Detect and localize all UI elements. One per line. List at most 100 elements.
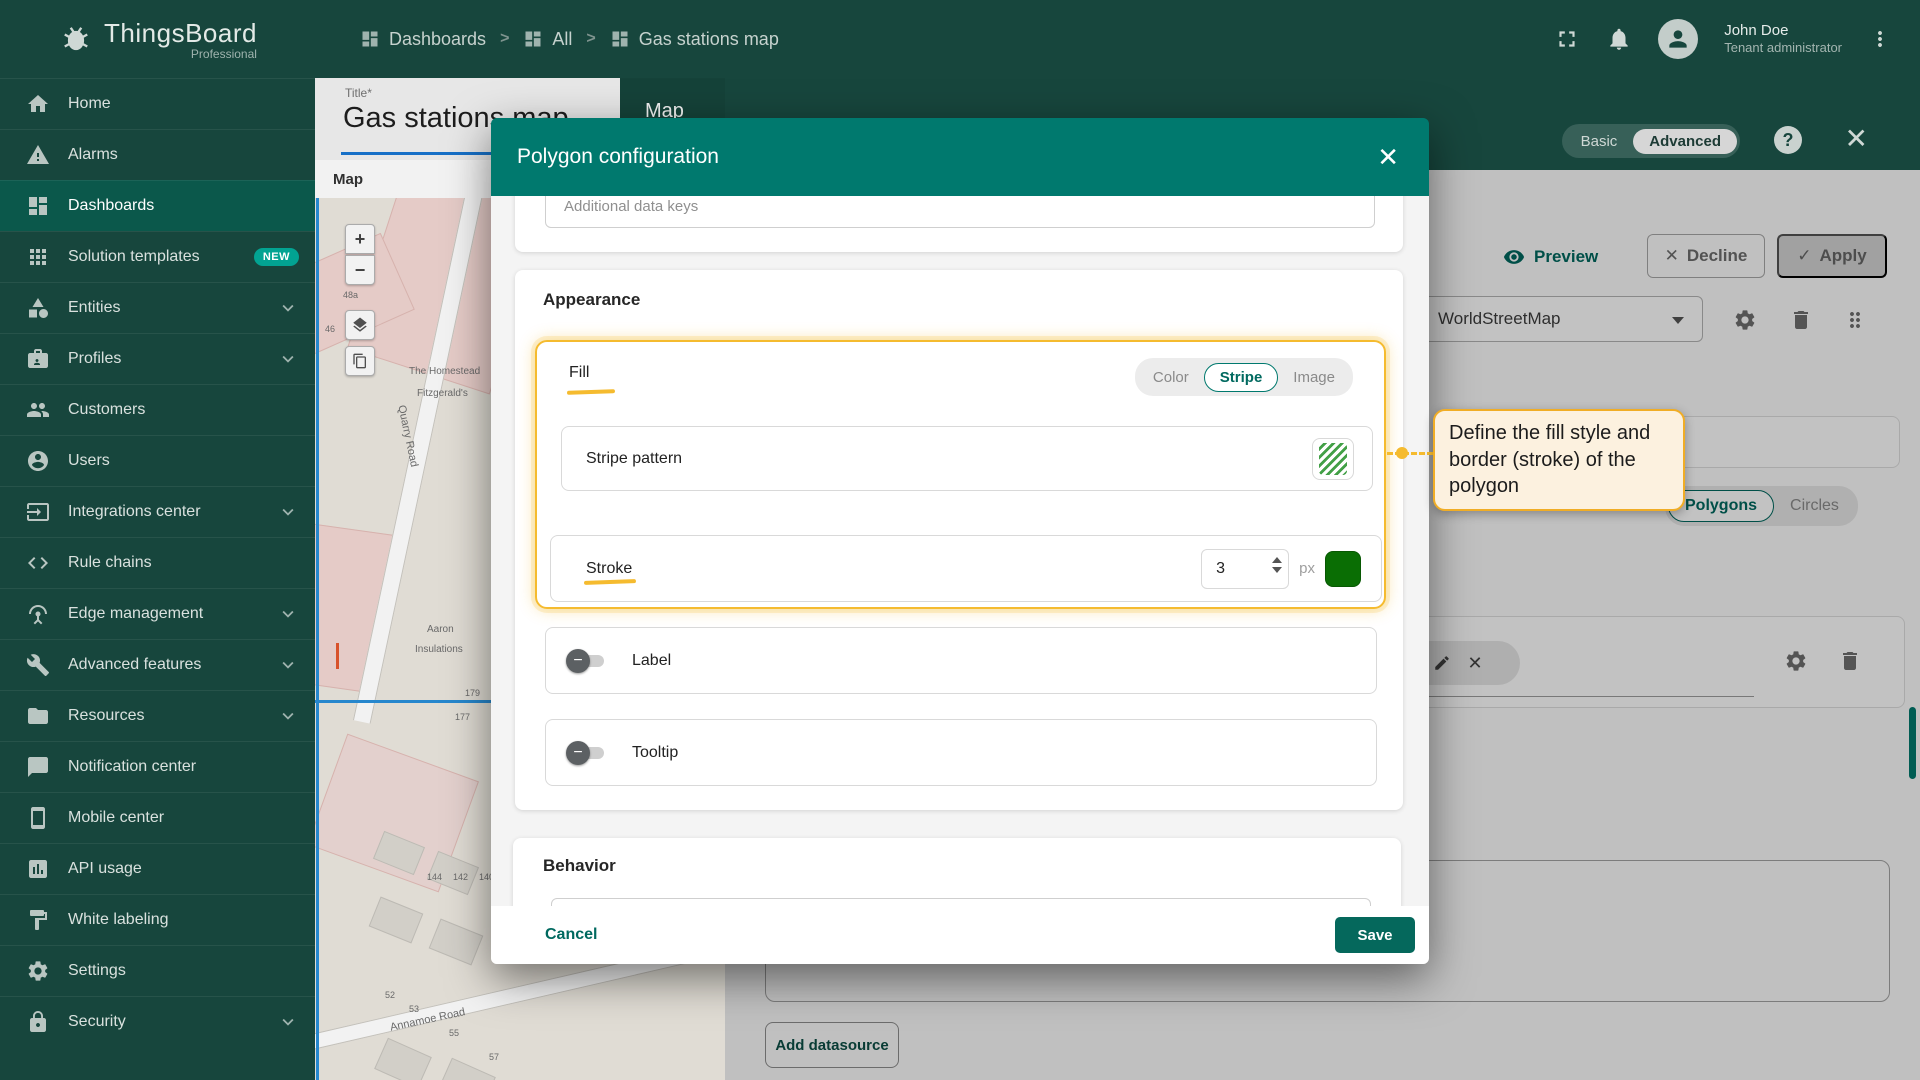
stroke-underline-marker [584, 579, 636, 585]
stripe-pattern-row[interactable]: Stripe pattern [561, 426, 1373, 491]
mode-option-basic[interactable]: Basic [1565, 129, 1634, 154]
additional-data-keys-label: Additional data keys [564, 198, 698, 215]
sidebar-item-label: White labeling [68, 911, 169, 929]
sidebar-item-dashboards[interactable]: Dashboards [0, 180, 315, 231]
fill-type-toggle: ColorStripeImage [1135, 358, 1353, 396]
mode-option-advanced[interactable]: Advanced [1633, 129, 1737, 154]
dialog-close-icon[interactable]: ✕ [1367, 136, 1409, 179]
sidebar-item-rule-chains[interactable]: Rule chains [0, 537, 315, 588]
dialog-title: Polygon configuration [517, 145, 719, 169]
stroke-row: Stroke px [550, 535, 1382, 602]
thingsboard-app: ThingsBoard Professional Dashboards > All >… [0, 0, 1920, 1080]
fill-option-image[interactable]: Image [1278, 364, 1350, 391]
cancel-button[interactable]: Cancel [545, 926, 597, 944]
sidebar-item-notification-center[interactable]: Notification center [0, 741, 315, 792]
polygon-configuration-dialog: Polygon configuration ✕ Additional data … [491, 118, 1429, 964]
breadcrumb-item[interactable]: All [523, 29, 572, 50]
fullscreen-icon[interactable] [1554, 26, 1580, 52]
sidebar-item-home[interactable]: Home [0, 78, 315, 129]
sidebar-item-api-usage[interactable]: API usage [0, 843, 315, 894]
tools-icon [26, 653, 50, 677]
tooltip-row-label: Tooltip [632, 744, 678, 762]
widget-edit-close-icon[interactable]: ✕ [1845, 122, 1868, 155]
breadcrumb: Dashboards > All > Gas stations map [360, 29, 779, 50]
app-header: ThingsBoard Professional Dashboards > All >… [0, 0, 1920, 78]
user-avatar[interactable] [1658, 19, 1698, 59]
tooltip-toggle[interactable]: − [566, 741, 608, 765]
basic-advanced-toggle: BasicAdvanced [1562, 124, 1740, 158]
appearance-heading: Appearance [543, 290, 640, 310]
help-icon[interactable]: ? [1774, 126, 1802, 154]
tour-connector-line [1387, 452, 1433, 455]
chat-icon [26, 755, 50, 779]
logo-subtitle: Professional [104, 47, 257, 61]
sidebar-item-integrations-center[interactable]: Integrations center [0, 486, 315, 537]
stepper-down-icon[interactable] [1272, 567, 1282, 573]
sidebar-item-edge-management[interactable]: Edge management [0, 588, 315, 639]
sidebar-item-white-labeling[interactable]: White labeling [0, 894, 315, 945]
sidebar-item-label: Rule chains [68, 554, 152, 572]
stroke-label: Stroke [586, 560, 632, 578]
stroke-width-input[interactable] [1202, 550, 1262, 588]
sidebar-item-label: Resources [68, 707, 144, 725]
people-icon [26, 398, 50, 422]
behavior-heading: Behavior [543, 856, 616, 876]
chart-icon [26, 857, 50, 881]
warning-icon [26, 143, 50, 167]
sidebar-item-label: Users [68, 452, 110, 470]
toggle-thumb: − [566, 649, 590, 673]
breadcrumb-item[interactable]: Dashboards [360, 29, 486, 50]
thingsboard-bug-icon [58, 21, 94, 57]
new-badge: NEW [254, 248, 299, 266]
additional-data-keys-field[interactable]: Additional data keys [545, 196, 1375, 228]
badge-icon [26, 347, 50, 371]
notifications-bell-icon[interactable] [1606, 26, 1632, 52]
sidebar-item-settings[interactable]: Settings [0, 945, 315, 996]
stroke-width-stepper[interactable] [1201, 549, 1289, 589]
breadcrumb-item[interactable]: Gas stations map [610, 29, 779, 50]
save-button[interactable]: Save [1335, 917, 1415, 953]
stroke-color-swatch[interactable] [1325, 551, 1361, 587]
user-info[interactable]: John Doe Tenant administrator [1724, 22, 1842, 57]
sidebar-item-mobile-center[interactable]: Mobile center [0, 792, 315, 843]
header-actions: John Doe Tenant administrator [1554, 19, 1920, 59]
label-row-label: Label [632, 652, 671, 670]
person-icon [26, 449, 50, 473]
sidebar-item-entities[interactable]: Entities [0, 282, 315, 333]
sidebar-item-label: Dashboards [68, 197, 154, 215]
stripe-pattern-preview [1319, 443, 1347, 475]
sidebar-item-security[interactable]: Security [0, 996, 315, 1047]
dashboards-icon [610, 29, 630, 49]
stepper-up-icon[interactable] [1272, 557, 1282, 563]
dialog-footer: Cancel Save [491, 906, 1429, 964]
chevron-down-icon [277, 705, 299, 727]
sidebar-item-resources[interactable]: Resources [0, 690, 315, 741]
sidebar-item-label: Notification center [68, 758, 196, 776]
sidebar-item-profiles[interactable]: Profiles [0, 333, 315, 384]
lock-icon [26, 1010, 50, 1034]
tour-connector-dot [1396, 447, 1408, 459]
integrations-icon [26, 500, 50, 524]
home-icon [26, 92, 50, 116]
sidebar-item-label: Alarms [68, 146, 118, 164]
sidebar-item-alarms[interactable]: Alarms [0, 129, 315, 180]
chevron-down-icon [277, 1011, 299, 1033]
label-toggle[interactable]: − [566, 649, 608, 673]
breadcrumb-separator-icon: > [586, 30, 595, 48]
sidebar-item-users[interactable]: Users [0, 435, 315, 486]
fill-label: Fill [569, 364, 589, 382]
app-logo[interactable]: ThingsBoard Professional [0, 18, 315, 61]
behavior-field[interactable] [551, 898, 1371, 906]
fill-option-color[interactable]: Color [1138, 364, 1204, 391]
sidebar-item-solution-templates[interactable]: Solution templatesNEW [0, 231, 315, 282]
fill-option-stripe[interactable]: Stripe [1204, 363, 1279, 392]
more-vert-icon[interactable] [1868, 27, 1892, 51]
sidebar-item-advanced-features[interactable]: Advanced features [0, 639, 315, 690]
breadcrumb-separator-icon: > [500, 30, 509, 48]
data-keys-card: Additional data keys [515, 196, 1403, 252]
stepper-arrows[interactable] [1272, 557, 1282, 573]
sidebar-item-customers[interactable]: Customers [0, 384, 315, 435]
tooltip-toggle-row: − Tooltip [545, 719, 1377, 786]
stripe-pattern-swatch[interactable] [1312, 438, 1354, 480]
chevron-down-icon [277, 501, 299, 523]
